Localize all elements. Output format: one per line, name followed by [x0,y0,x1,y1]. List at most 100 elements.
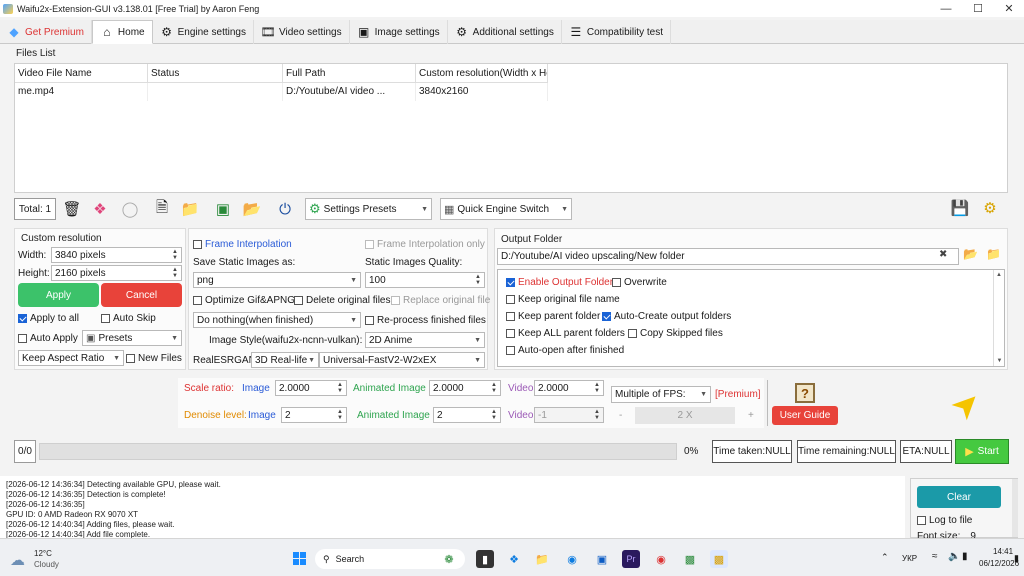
close-button[interactable]: ✕ [993,0,1024,17]
chevron-up-icon[interactable]: ⌃ [881,552,889,563]
tab-get-premium[interactable]: ◆ Get Premium [0,20,92,44]
trash-icon[interactable]: 🗑 [60,197,84,221]
spin-arrows-icon[interactable]: ▲ ▼ [337,409,343,421]
keep-aspect-ratio-combo[interactable]: Keep Aspect Ratio ▼ [18,350,124,366]
tab-video-settings[interactable]: 🎞 Video settings [254,20,350,44]
add-image-icon[interactable]: ▣ [211,197,235,221]
spin-arrows-icon[interactable]: ▲ ▼ [172,249,178,261]
spin-arrows-icon[interactable]: ▲ ▼ [491,409,497,421]
denoise-video-spinbox[interactable]: -1 ▲ ▼ [534,407,604,423]
reprocess-checkbox[interactable]: Re-process finished files [365,315,486,326]
windows-start-icon[interactable] [293,552,306,565]
save-settings-icon[interactable]: 💾 [948,196,972,220]
edge-icon[interactable]: ◉ [563,550,581,568]
realesrgan-mode-combo[interactable]: 3D Real-life ▼ [251,352,319,368]
folder-icon[interactable]: 📁 [178,197,202,221]
denoise-animated-spinbox[interactable]: 2 ▲ ▼ [433,407,501,423]
fps-plus-button[interactable]: + [748,410,754,421]
store-icon[interactable]: ▣ [593,550,611,568]
folder-image-icon[interactable]: 📂 [240,197,264,221]
auto-create-folders-checkbox[interactable]: Auto-Create output folders [602,311,731,322]
wifi-icon[interactable]: ≈ [932,551,938,562]
tab-home[interactable]: ⌂ Home [91,20,153,44]
static-quality-spinbox[interactable]: 100 ▲ ▼ [365,272,485,288]
enable-output-folder-checkbox[interactable]: Enable Output Folder [506,277,613,288]
after-finish-combo[interactable]: Do nothing(when finished) ▼ [193,312,361,328]
tab-compatibility-test[interactable]: ☰ Compatibility test [562,20,671,44]
user-guide-button[interactable]: User Guide [772,406,838,425]
image-style-combo[interactable]: 2D Anime ▼ [365,332,485,348]
auto-skip-checkbox[interactable]: Auto Skip [101,313,156,324]
cancel-button[interactable]: Cancel [101,283,182,307]
copilot-icon[interactable]: ❖ [505,550,523,568]
media-player-icon[interactable]: ◉ [652,550,670,568]
keep-all-parent-checkbox[interactable]: Keep ALL parent folders [506,328,625,339]
spin-arrows-icon[interactable]: ▲ ▼ [491,382,497,394]
keep-original-name-checkbox[interactable]: Keep original file name [506,294,620,305]
height-spinbox[interactable]: 2160 pixels ▲ ▼ [51,265,182,281]
files-table[interactable]: Video File Name Status Full Path Custom … [14,63,1008,193]
notification-icon[interactable]: ▮ [1014,553,1019,564]
browse-folder-icon[interactable]: 📂 [963,247,978,261]
settings-presets-combo[interactable]: ⚙ Settings Presets ▼ [305,198,432,220]
maximize-button[interactable]: ☐ [962,0,994,17]
eraser-icon[interactable]: ❖ [88,197,112,221]
spin-arrows-icon[interactable]: ▲ ▼ [337,382,343,394]
quick-engine-switch-combo[interactable]: ▦ Quick Engine Switch ▼ [440,198,572,220]
apply-to-all-checkbox[interactable]: Apply to all [18,313,79,324]
width-spinbox[interactable]: 3840 pixels ▲ ▼ [51,247,182,263]
replace-original-checkbox[interactable]: Replace original file [391,295,490,306]
realesrgan-model-combo[interactable]: Universal-FastV2-W2xEX ▼ [319,352,485,368]
frame-interpolation-checkbox[interactable]: Frame Interpolation [193,239,292,250]
fps-minus-button[interactable]: - [619,410,622,421]
battery-icon[interactable]: ▮ [962,551,968,562]
column-header-full-path[interactable]: Full Path [283,64,416,83]
language-indicator[interactable]: УКР [902,554,917,563]
side-scrollbar[interactable] [1012,479,1018,537]
tab-additional-settings[interactable]: ⚙ Additional settings [448,20,562,44]
column-header-video-file-name[interactable]: Video File Name [15,64,148,83]
table-cell-file-name[interactable]: me.mp4 [15,83,148,101]
options-scrollbar[interactable]: ▲ ▼ [993,270,1004,366]
speaker-icon[interactable]: 🔈 [948,551,960,562]
save-format-combo[interactable]: png ▼ [193,272,361,288]
help-icon[interactable]: ? [795,383,815,403]
spin-arrows-icon[interactable]: ▲ ▼ [594,409,600,421]
scale-image-spinbox[interactable]: 2.0000 ▲ ▼ [275,380,347,396]
premiere-icon[interactable]: Pr [622,550,640,568]
open-folder-icon[interactable]: 📁 [986,247,1001,261]
task-view-icon[interactable]: ▮ [476,550,494,568]
clear-path-icon[interactable]: ✖ [939,249,947,260]
file-explorer-icon[interactable]: 📁 [533,550,551,568]
tab-image-settings[interactable]: ▣ Image settings [350,20,448,44]
overwrite-checkbox[interactable]: Overwrite [612,277,667,288]
table-cell-resolution[interactable]: 3840x2160 [416,83,548,101]
start-button[interactable]: ▶ Start [955,439,1009,464]
clock-time[interactable]: 14:41 [993,547,1013,556]
spin-arrows-icon[interactable]: ▲ ▼ [172,267,178,279]
log-to-file-checkbox[interactable]: Log to file [917,515,972,526]
column-header-status[interactable]: Status [148,64,283,83]
column-header-custom-resolution[interactable]: Custom resolution(Width x He [416,64,548,83]
table-cell-status[interactable] [148,83,283,101]
keep-parent-folder-checkbox[interactable]: Keep parent folder [506,311,600,322]
tab-engine-settings[interactable]: ⚙ Engine settings [153,20,254,44]
output-path-input[interactable]: D:/Youtube/AI video upscaling/New folder [497,248,959,265]
spin-arrows-icon[interactable]: ▲ ▼ [475,274,481,286]
presets-combo[interactable]: ▣ Presets ▼ [82,330,182,346]
power-monitor-icon[interactable]: ⏻ [273,197,297,221]
copy-skipped-checkbox[interactable]: Copy Skipped files [628,328,723,339]
log-output[interactable]: [2026-06-12 14:36:34] Detecting availabl… [0,476,905,539]
delete-original-checkbox[interactable]: Delete original files [294,295,391,306]
spreadsheet-icon[interactable]: ▩ [681,550,699,568]
table-cell-full-path[interactable]: D:/Youtube/AI video ... [283,83,416,101]
settings-gear-icon[interactable]: ⚙ [978,196,1002,220]
temperature[interactable]: 12°C [34,549,52,558]
weather[interactable]: Cloudy [34,560,59,569]
auto-apply-checkbox[interactable]: Auto Apply [18,333,78,344]
auto-open-checkbox[interactable]: Auto-open after finished [506,345,624,356]
scale-animated-spinbox[interactable]: 2.0000 ▲ ▼ [429,380,501,396]
document-icon[interactable]: 🗎 [150,197,174,221]
minimize-button[interactable]: — [930,0,962,17]
waifu2x-app-icon[interactable]: ▩ [710,550,728,568]
